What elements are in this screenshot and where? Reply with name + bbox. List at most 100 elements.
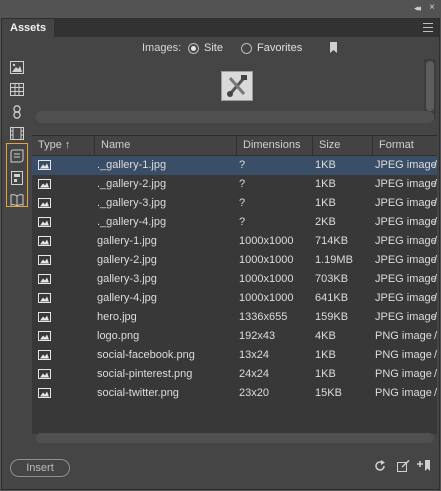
table-row[interactable]: gallery-2.jpg 1000x1000 1.19MB JPEG image / bbox=[32, 251, 437, 270]
table-row[interactable]: social-facebook.png 13x24 1KB PNG image / bbox=[32, 346, 437, 365]
images-category-button[interactable] bbox=[7, 59, 27, 77]
cell-name: gallery-3.jpg bbox=[97, 273, 157, 285]
cell-size: 1KB bbox=[315, 178, 336, 190]
cell-overflow: / bbox=[434, 197, 438, 209]
film-icon bbox=[10, 127, 24, 140]
cell-format: JPEG image bbox=[375, 235, 437, 247]
cell-format: JPEG image bbox=[375, 311, 437, 323]
cell-dimensions: 24x24 bbox=[239, 368, 269, 380]
cell-dimensions: 1000x1000 bbox=[239, 254, 294, 266]
cell-format: JPEG image bbox=[375, 178, 437, 190]
cell-name: ._gallery-1.jpg bbox=[97, 159, 167, 171]
table-row[interactable]: gallery-4.jpg 1000x1000 641KB JPEG image / bbox=[32, 289, 437, 308]
site-radio-label[interactable]: Site bbox=[204, 42, 223, 54]
column-header-name[interactable]: Name bbox=[95, 136, 237, 155]
image-file-icon bbox=[38, 198, 51, 208]
cell-overflow: / bbox=[434, 330, 438, 342]
table-header: Type ↑ Name Dimensions Size Format bbox=[32, 136, 437, 156]
cell-name: social-twitter.png bbox=[97, 387, 179, 399]
scroll-thumb[interactable] bbox=[426, 61, 434, 111]
table-row[interactable]: ._gallery-4.jpg? 2KB JPEG image / bbox=[32, 213, 437, 232]
table-row[interactable]: gallery-3.jpg 1000x1000 703KB JPEG image / bbox=[32, 270, 437, 289]
column-header-dimensions[interactable]: Dimensions bbox=[237, 136, 313, 155]
image-file-icon bbox=[38, 217, 51, 227]
cell-dimensions: 192x43 bbox=[239, 330, 276, 342]
image-file-icon bbox=[38, 350, 51, 360]
assets-panel: Assets Images: Site Favorites Type ↑ Nam… bbox=[1, 18, 440, 490]
cell-format: PNG image bbox=[375, 387, 432, 399]
panel-menu-icon[interactable] bbox=[423, 23, 433, 32]
favorites-radio[interactable] bbox=[241, 43, 252, 54]
cell-size: 714KB bbox=[315, 235, 349, 247]
cell-size: 1KB bbox=[315, 349, 336, 361]
cell-size: 1KB bbox=[315, 197, 336, 209]
column-header-size[interactable]: Size bbox=[313, 136, 373, 155]
table-row[interactable]: ._gallery-1.jpg? 1KB JPEG image / bbox=[32, 156, 437, 175]
preview-vertical-scrollbar[interactable] bbox=[424, 59, 436, 119]
filter-label: Images: bbox=[142, 42, 182, 54]
tab-assets[interactable]: Assets bbox=[2, 19, 55, 37]
panel-tabbar: Assets bbox=[2, 19, 439, 37]
colors-category-button[interactable] bbox=[7, 81, 27, 99]
cell-size: 15KB bbox=[315, 387, 342, 399]
column-header-type[interactable]: Type ↑ bbox=[32, 136, 95, 155]
cell-dimensions: 1000x1000 bbox=[239, 273, 294, 285]
column-header-format[interactable]: Format bbox=[373, 136, 437, 155]
link-icon bbox=[13, 105, 21, 119]
cell-name: social-pinterest.png bbox=[97, 368, 193, 380]
cell-name: gallery-2.jpg bbox=[97, 254, 157, 266]
image-file-icon bbox=[38, 236, 51, 246]
cell-format: JPEG image bbox=[375, 254, 437, 266]
cell-name: social-facebook.png bbox=[97, 349, 195, 361]
site-radio[interactable] bbox=[188, 43, 199, 54]
table-row[interactable]: social-pinterest.png 24x24 1KB PNG image / bbox=[32, 365, 437, 384]
cell-format: JPEG image bbox=[375, 216, 437, 228]
cell-size: 159KB bbox=[315, 311, 349, 323]
cell-size: 641KB bbox=[315, 292, 349, 304]
cell-format: PNG image bbox=[375, 368, 432, 380]
cell-dimensions: 1336x655 bbox=[239, 311, 288, 323]
add-to-favorites-icon[interactable] bbox=[417, 460, 431, 472]
cell-dimensions: 13x24 bbox=[239, 349, 269, 361]
table-row[interactable]: ._gallery-2.jpg? 1KB JPEG image / bbox=[32, 175, 437, 194]
image-icon bbox=[10, 61, 24, 74]
cell-overflow: / bbox=[434, 159, 438, 171]
cell-name: hero.jpg bbox=[97, 311, 137, 323]
table-row[interactable]: gallery-1.jpg 1000x1000 714KB JPEG image / bbox=[32, 232, 437, 251]
cell-size: 2KB bbox=[315, 216, 336, 228]
urls-category-button[interactable] bbox=[7, 103, 27, 121]
cell-overflow: / bbox=[434, 368, 438, 380]
table-row[interactable]: ._gallery-3.jpg? 1KB JPEG image / bbox=[32, 194, 437, 213]
media-category-button[interactable] bbox=[7, 125, 27, 143]
image-file-icon bbox=[38, 331, 51, 341]
insert-button[interactable]: Insert bbox=[10, 459, 70, 477]
assets-table: Type ↑ Name Dimensions Size Format ._gal… bbox=[32, 135, 437, 434]
image-file-icon bbox=[38, 312, 51, 322]
cell-format: JPEG image bbox=[375, 197, 437, 209]
cell-dimensions: 1000x1000 bbox=[239, 235, 294, 247]
table-horizontal-scrollbar[interactable] bbox=[36, 433, 434, 443]
bookmark-icon[interactable] bbox=[330, 42, 337, 53]
table-row[interactable]: social-twitter.png 23x20 15KB PNG image / bbox=[32, 384, 437, 403]
edit-icon[interactable] bbox=[397, 460, 410, 472]
collapse-panel-icon[interactable]: ◂◂ bbox=[414, 3, 421, 14]
cell-size: 1KB bbox=[315, 368, 336, 380]
close-icon[interactable]: × bbox=[429, 2, 435, 13]
tools-icon bbox=[227, 75, 247, 97]
cell-format: JPEG image bbox=[375, 292, 437, 304]
cell-format: JPEG image bbox=[375, 273, 437, 285]
image-file-icon bbox=[38, 255, 51, 265]
cell-name: logo.png bbox=[97, 330, 140, 342]
asset-preview bbox=[32, 63, 424, 115]
refresh-icon[interactable] bbox=[374, 460, 386, 472]
cell-name: ._gallery-3.jpg bbox=[97, 197, 167, 209]
cell-size: 703KB bbox=[315, 273, 349, 285]
cell-format: PNG image bbox=[375, 330, 432, 342]
table-row[interactable]: logo.png 192x43 4KB PNG image / bbox=[32, 327, 437, 346]
preview-thumbnail bbox=[221, 71, 253, 101]
preview-horizontal-scrollbar[interactable] bbox=[36, 111, 434, 123]
cell-dimensions: ? bbox=[239, 197, 246, 209]
favorites-radio-label[interactable]: Favorites bbox=[257, 42, 302, 54]
table-row[interactable]: hero.jpg 1336x655 159KB JPEG image / bbox=[32, 308, 437, 327]
category-highlight bbox=[6, 143, 28, 207]
